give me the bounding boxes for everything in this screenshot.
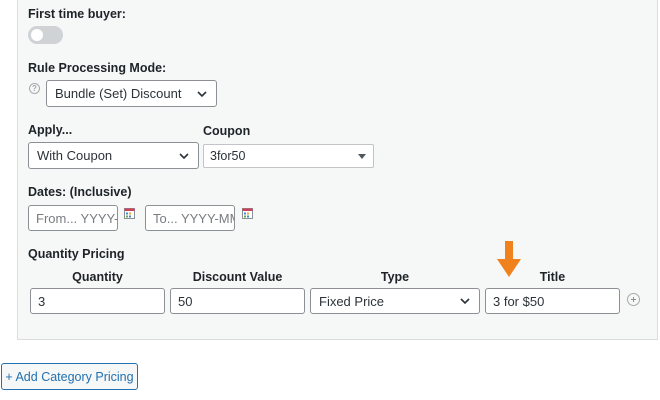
date-from-placeholder: From... YYYY- xyxy=(36,210,118,226)
coupon-label: Coupon xyxy=(203,124,251,138)
rule-processing-mode-value: Bundle (Set) Discount xyxy=(55,86,182,101)
toggle-knob xyxy=(31,29,43,41)
coupon-select[interactable]: 3for50 xyxy=(203,144,374,168)
date-from-input[interactable]: From... YYYY- xyxy=(28,205,118,231)
pricing-type-value: Fixed Price xyxy=(319,293,385,309)
first-time-buyer-toggle[interactable] xyxy=(28,26,63,44)
chevron-down-icon xyxy=(179,152,189,159)
coupon-value: 3for50 xyxy=(210,149,246,163)
discount-value-input[interactable]: 50 xyxy=(170,288,305,314)
apply-value: With Coupon xyxy=(37,148,113,163)
title-input[interactable]: 3 for $50 xyxy=(485,288,620,314)
first-time-buyer-label: First time buyer: xyxy=(28,7,126,21)
column-header-discount-value: Discount Value xyxy=(192,270,283,284)
title-value: 3 for $50 xyxy=(493,293,545,309)
calendar-icon[interactable] xyxy=(242,208,253,219)
rule-processing-mode-label: Rule Processing Mode: xyxy=(28,61,167,75)
column-header-quantity: Quantity xyxy=(72,270,123,284)
calendar-icon[interactable] xyxy=(124,208,135,219)
discount-value: 50 xyxy=(178,293,193,309)
date-to-placeholder: To... YYYY-MM xyxy=(153,210,235,226)
dropdown-arrow-icon xyxy=(358,154,366,159)
quantity-pricing-label: Quantity Pricing xyxy=(28,247,125,261)
date-to-input[interactable]: To... YYYY-MM xyxy=(145,205,235,231)
quantity-input[interactable]: 3 xyxy=(30,288,165,314)
apply-select[interactable]: With Coupon xyxy=(28,142,199,169)
pricing-type-select[interactable]: Fixed Price xyxy=(310,288,480,314)
column-header-type: Type xyxy=(380,270,410,284)
chevron-down-icon xyxy=(460,298,470,305)
arrow-down-icon xyxy=(497,241,521,277)
rule-processing-mode-select[interactable]: Bundle (Set) Discount xyxy=(46,80,217,107)
add-category-pricing-button[interactable]: + Add Category Pricing xyxy=(1,363,138,390)
add-row-plus-icon[interactable] xyxy=(627,293,640,306)
help-icon[interactable]: ? xyxy=(29,83,40,94)
apply-label: Apply... xyxy=(28,123,73,137)
dates-label: Dates: (Inclusive) xyxy=(28,185,132,199)
quantity-value: 3 xyxy=(38,293,46,309)
chevron-down-icon xyxy=(197,90,207,97)
